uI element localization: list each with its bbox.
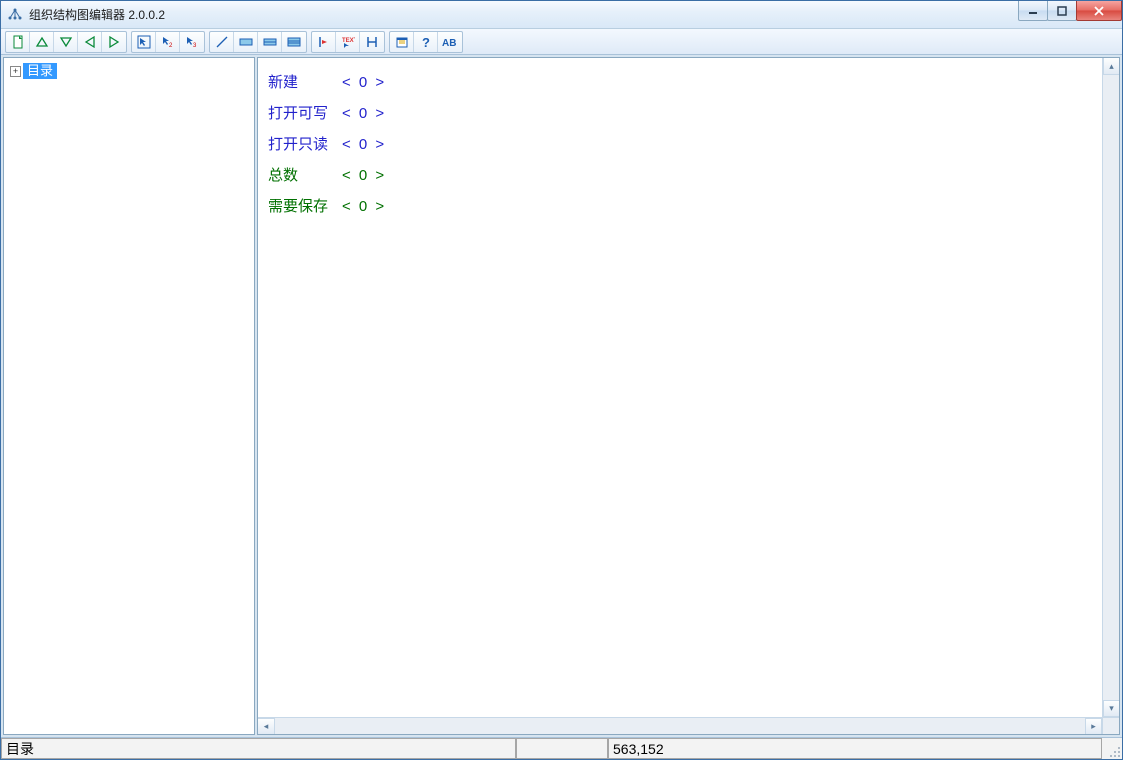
main-area: 目录 新建 < 0 > 打开可写 < 0 > 打开只读 < 0 > 总数 < 0… bbox=[1, 55, 1122, 737]
ab-button[interactable]: AB bbox=[438, 32, 462, 52]
tree-panel[interactable]: 目录 bbox=[3, 57, 255, 735]
info-value: < 0 > bbox=[342, 165, 386, 186]
box-1-button[interactable] bbox=[234, 32, 258, 52]
hbar-button[interactable] bbox=[312, 32, 336, 52]
horizontal-scrollbar[interactable]: ◂ ▸ bbox=[258, 717, 1102, 734]
info-label: 打开可写 bbox=[268, 103, 342, 124]
info-row-total: 总数 < 0 > bbox=[268, 165, 1109, 186]
scroll-up-icon[interactable]: ▴ bbox=[1103, 58, 1120, 75]
scroll-left-icon[interactable]: ◂ bbox=[258, 718, 275, 735]
left-button[interactable] bbox=[78, 32, 102, 52]
window-title: 组织结构图编辑器 2.0.0.2 bbox=[29, 6, 165, 23]
down-button[interactable] bbox=[54, 32, 78, 52]
info-label: 需要保存 bbox=[268, 196, 342, 217]
expand-icon[interactable] bbox=[10, 66, 21, 77]
info-row-new: 新建 < 0 > bbox=[268, 72, 1109, 93]
info-row-need-save: 需要保存 < 0 > bbox=[268, 196, 1109, 217]
info-value: < 0 > bbox=[342, 103, 386, 124]
info-row-open-write: 打开可写 < 0 > bbox=[268, 103, 1109, 124]
window-controls bbox=[1019, 1, 1122, 21]
toolbar: 2 3 TEXT ? bbox=[1, 29, 1122, 55]
info-value: < 0 > bbox=[342, 134, 386, 155]
box-3-button[interactable] bbox=[282, 32, 306, 52]
content-panel: 新建 < 0 > 打开可写 < 0 > 打开只读 < 0 > 总数 < 0 > … bbox=[257, 57, 1120, 735]
toolbar-group-1 bbox=[5, 31, 127, 53]
toolbar-group-3 bbox=[209, 31, 307, 53]
box-2-button[interactable] bbox=[258, 32, 282, 52]
right-button[interactable] bbox=[102, 32, 126, 52]
vertical-scrollbar[interactable]: ▴ ▾ bbox=[1102, 58, 1119, 717]
svg-text:AB: AB bbox=[442, 38, 456, 49]
toolbar-group-4: TEXT bbox=[311, 31, 385, 53]
toolbar-group-2: 2 3 bbox=[131, 31, 205, 53]
svg-text:2: 2 bbox=[169, 43, 173, 49]
svg-text:?: ? bbox=[422, 35, 430, 49]
scroll-right-icon[interactable]: ▸ bbox=[1085, 718, 1102, 735]
svg-text:3: 3 bbox=[193, 43, 197, 49]
status-middle bbox=[516, 738, 608, 759]
titlebar: 组织结构图编辑器 2.0.0.2 bbox=[1, 1, 1122, 29]
up-button[interactable] bbox=[30, 32, 54, 52]
line-button[interactable] bbox=[210, 32, 234, 52]
content-inner: 新建 < 0 > 打开可写 < 0 > 打开只读 < 0 > 总数 < 0 > … bbox=[258, 58, 1119, 241]
status-coords: 563,152 bbox=[608, 738, 1102, 759]
hh-button[interactable] bbox=[360, 32, 384, 52]
status-left: 目录 bbox=[1, 738, 516, 759]
text-button[interactable]: TEXT bbox=[336, 32, 360, 52]
help-button[interactable]: ? bbox=[414, 32, 438, 52]
scroll-track[interactable] bbox=[275, 718, 1085, 734]
info-value: < 0 > bbox=[342, 196, 386, 217]
info-label: 打开只读 bbox=[268, 134, 342, 155]
svg-text:TEXT: TEXT bbox=[342, 38, 355, 44]
resize-grip-icon[interactable] bbox=[1102, 738, 1122, 759]
tree-root-label[interactable]: 目录 bbox=[23, 63, 57, 79]
info-label: 新建 bbox=[268, 72, 342, 93]
scroll-corner bbox=[1102, 717, 1119, 734]
statusbar: 目录 563,152 bbox=[1, 737, 1122, 759]
app-icon bbox=[7, 7, 23, 23]
info-label: 总数 bbox=[268, 165, 342, 186]
maximize-button[interactable] bbox=[1047, 1, 1077, 21]
scroll-track[interactable] bbox=[1103, 75, 1119, 700]
minimize-button[interactable] bbox=[1018, 1, 1048, 21]
new-doc-button[interactable] bbox=[6, 32, 30, 52]
info-value: < 0 > bbox=[342, 72, 386, 93]
scroll-down-icon[interactable]: ▾ bbox=[1103, 700, 1120, 717]
toolbar-group-5: ? AB bbox=[389, 31, 463, 53]
cursor-1-button[interactable] bbox=[132, 32, 156, 52]
cursor-3-button[interactable]: 3 bbox=[180, 32, 204, 52]
cursor-2-button[interactable]: 2 bbox=[156, 32, 180, 52]
info-row-open-read: 打开只读 < 0 > bbox=[268, 134, 1109, 155]
properties-button[interactable] bbox=[390, 32, 414, 52]
close-button[interactable] bbox=[1076, 1, 1122, 21]
tree-root-row[interactable]: 目录 bbox=[6, 62, 252, 80]
